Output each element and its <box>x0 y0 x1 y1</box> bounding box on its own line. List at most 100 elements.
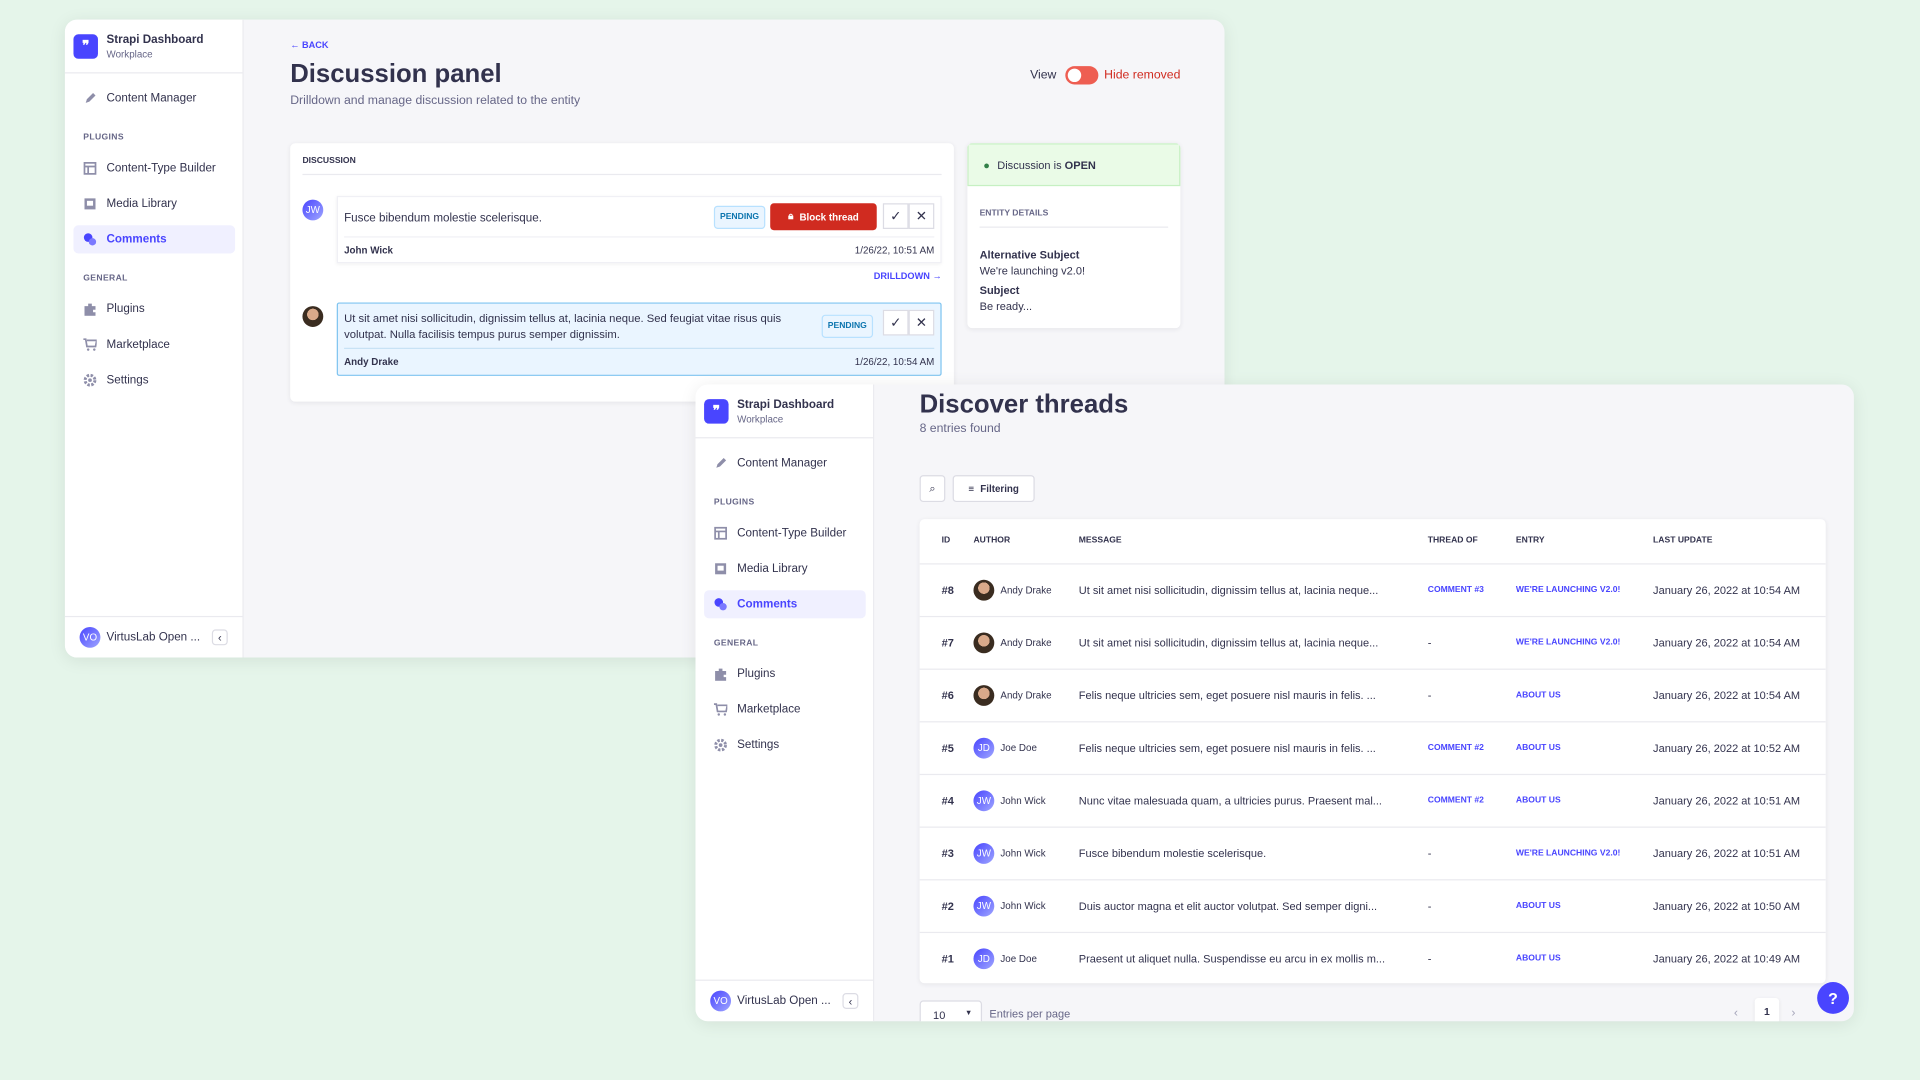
comment-date: 1/26/22, 10:51 AM <box>854 244 935 256</box>
column-header-entry[interactable]: ENTRY <box>1516 536 1545 545</box>
view-toggle[interactable]: View Hide removed <box>1030 66 1181 85</box>
sidebar-item-settings[interactable]: Settings <box>73 366 235 394</box>
sidebar-item-media-library[interactable]: Media Library <box>73 190 235 218</box>
approve-button[interactable]: ✓ <box>882 203 909 229</box>
row-id: #2 <box>941 900 954 913</box>
block-thread-button[interactable]: 🔒︎ Block thread <box>770 203 877 231</box>
collapse-sidebar-button[interactable]: ‹ <box>842 993 859 1009</box>
back-link[interactable]: ← BACK <box>290 39 328 50</box>
comments-icon <box>83 233 97 246</box>
hide-removed-switch[interactable] <box>1064 66 1099 85</box>
table-row[interactable]: #5 JD Joe Doe Felis neque ultricies sem, … <box>919 721 1826 774</box>
row-author: John Wick <box>1000 795 1046 807</box>
row-author: Andy Drake <box>1000 637 1052 649</box>
table-row[interactable]: #4 JW John Wick Nunc vitae malesuada quam… <box>919 773 1826 827</box>
cart-icon <box>713 703 728 716</box>
row-message: Felis neque ultricies sem, eget posuere … <box>1078 689 1376 702</box>
sidebar-item-comments[interactable]: Comments <box>704 590 866 619</box>
approve-button[interactable]: ✓ <box>882 309 909 336</box>
puzzle-icon <box>715 668 727 681</box>
user-name: VirtusLab Open ... <box>106 630 201 645</box>
brand-title: Strapi Dashboard <box>106 32 204 46</box>
entry-link[interactable]: WE'RE LAUNCHING V2.0! <box>1516 639 1620 648</box>
pencil-icon <box>85 93 96 103</box>
sidebar-item-marketplace[interactable]: Marketplace <box>73 331 235 359</box>
sidebar-item-media-library[interactable]: Media Library <box>704 555 866 583</box>
cart-icon <box>83 338 97 351</box>
sidebar-item-settings[interactable]: Settings <box>704 731 866 759</box>
thread-of-link[interactable]: COMMENT #2 <box>1428 744 1484 753</box>
reject-button[interactable]: ✕ <box>908 203 935 229</box>
author-avatar: JW <box>973 843 995 864</box>
drilldown-link[interactable]: DRILLDOWN → <box>874 271 942 282</box>
column-header-author[interactable]: AUTHOR <box>973 536 1010 545</box>
reject-button[interactable]: ✕ <box>908 309 935 336</box>
back-label: BACK <box>301 39 329 51</box>
check-icon: ✓ <box>890 315 902 331</box>
entry-link[interactable]: ABOUT US <box>1516 691 1561 700</box>
search-button[interactable]: ⌕ <box>919 475 946 503</box>
row-last-update: January 26, 2022 at 10:49 AM <box>1653 952 1801 965</box>
table-row[interactable]: #1 JD Joe Doe Praesent ut aliquet nulla. … <box>919 931 1826 983</box>
sidebar-item-content-type-builder[interactable]: Content-Type Builder <box>704 519 866 547</box>
sidebar-item-content-type-builder[interactable]: Content-Type Builder <box>73 154 235 182</box>
caret-down-icon: ▼ <box>964 1010 973 1018</box>
row-author: Joe Doe <box>1000 953 1037 965</box>
entry-link[interactable]: ABOUT US <box>1516 954 1561 963</box>
sidebar-item-comments[interactable]: Comments <box>73 225 236 254</box>
thread-of-link[interactable]: COMMENT #3 <box>1428 586 1484 595</box>
author-avatar <box>973 685 995 706</box>
user-menu[interactable]: VO VirtusLab Open ... ‹ <box>695 979 874 1022</box>
row-id: #8 <box>941 584 954 597</box>
view-label: View <box>1030 68 1057 83</box>
row-id: #4 <box>941 794 954 807</box>
sidebar-item-plugins[interactable]: Plugins <box>73 295 235 323</box>
thread-of-link[interactable]: COMMENT #2 <box>1428 797 1484 806</box>
thread-of: - <box>1427 847 1432 860</box>
user-menu[interactable]: VO VirtusLab Open ... ‹ <box>64 615 243 658</box>
per-page-select[interactable]: 10 ▼ <box>919 1000 983 1022</box>
close-icon: ✕ <box>915 209 928 225</box>
entry-link[interactable]: ABOUT US <box>1516 797 1561 806</box>
table-row[interactable]: #7 Andy Drake Ut sit amet nisi sollicitu… <box>919 615 1826 669</box>
row-last-update: January 26, 2022 at 10:50 AM <box>1653 900 1801 913</box>
column-header-id[interactable]: ID <box>942 536 951 545</box>
table-row[interactable]: #8 Andy Drake Ut sit amet nisi sollicitu… <box>919 563 1826 616</box>
search-icon: ⌕ <box>929 481 936 495</box>
puzzle-icon <box>84 303 96 316</box>
sidebar-item-plugins[interactable]: Plugins <box>704 660 866 688</box>
filtering-button[interactable]: ≡ Filtering <box>952 475 1035 503</box>
brand[interactable]: ❞ Strapi Dashboard Workplace <box>695 384 874 439</box>
help-button[interactable]: ? <box>1817 982 1849 1014</box>
sidebar-item-content-manager[interactable]: Content Manager <box>704 449 866 477</box>
table-row[interactable]: #3 JW John Wick Fusce bibendum molestie s… <box>919 826 1826 880</box>
column-header-thread-of[interactable]: THREAD OF <box>1428 536 1478 545</box>
brand[interactable]: ❞ Strapi Dashboard Workplace <box>64 20 243 74</box>
next-page-button[interactable]: › <box>1791 1007 1795 1020</box>
row-author: John Wick <box>1000 847 1046 859</box>
row-id: #5 <box>941 742 954 755</box>
sidebar-item-marketplace[interactable]: Marketplace <box>704 696 866 724</box>
table-row[interactable]: #2 JW John Wick Duis auctor magna et elit… <box>919 879 1826 932</box>
entry-link[interactable]: WE'RE LAUNCHING V2.0! <box>1516 849 1620 858</box>
sidebar-item-content-manager[interactable]: Content Manager <box>73 84 235 112</box>
table-row[interactable]: #6 Andy Drake Felis neque ultricies sem,… <box>919 668 1826 722</box>
collapse-sidebar-button[interactable]: ‹ <box>211 629 228 646</box>
layout-icon <box>83 162 97 175</box>
column-header-message[interactable]: MESSAGE <box>1079 536 1122 545</box>
avatar <box>302 306 324 327</box>
block-thread-label: Block thread <box>799 211 859 223</box>
entry-link[interactable]: ABOUT US <box>1516 902 1561 911</box>
column-header-updated[interactable]: LAST UPDATE <box>1653 536 1712 545</box>
toggle-label: Hide removed <box>1104 68 1181 83</box>
prev-page-button[interactable]: ‹ <box>1734 1007 1738 1020</box>
entry-link[interactable]: ABOUT US <box>1516 744 1561 753</box>
sidebar-item-label: Media Library <box>106 197 178 211</box>
comment-item: Fusce bibendum molestie scelerisque. PEN… <box>336 195 942 264</box>
comment-author: Andy Drake <box>344 356 399 368</box>
page-1-button[interactable]: 1 <box>1754 997 1780 1022</box>
sidebar-item-label: Content-Type Builder <box>737 526 847 541</box>
entry-link[interactable]: WE'RE LAUNCHING V2.0! <box>1516 586 1620 595</box>
comment-date: 1/26/22, 10:54 AM <box>854 356 935 368</box>
chevron-left-icon: ‹ <box>217 631 222 644</box>
